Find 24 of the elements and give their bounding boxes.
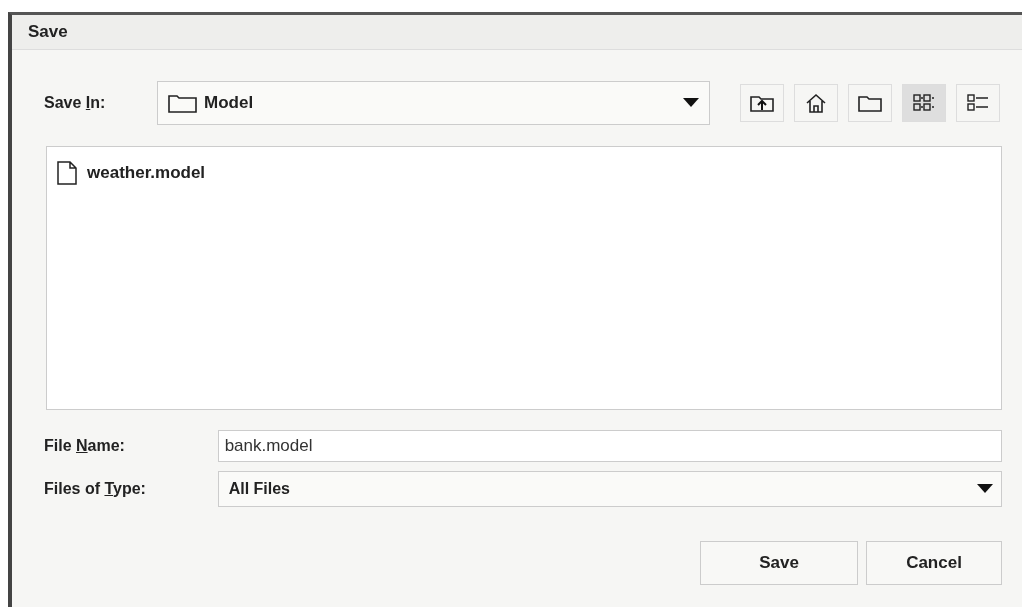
home-icon bbox=[805, 93, 827, 113]
save-button[interactable]: Save bbox=[700, 541, 858, 585]
file-name-field[interactable]: bank.model bbox=[217, 430, 1002, 462]
file-type-dropdown[interactable]: All Files bbox=[217, 471, 1002, 507]
folder-up-icon bbox=[750, 94, 774, 112]
file-item[interactable]: weather.model bbox=[57, 161, 1001, 185]
folder-icon bbox=[858, 94, 882, 112]
file-type-label: Files of Type: bbox=[44, 480, 147, 498]
new-folder-button[interactable] bbox=[848, 84, 892, 122]
caret-icon bbox=[683, 98, 699, 108]
cancel-button[interactable]: Cancel bbox=[866, 541, 1002, 585]
list-view-button[interactable] bbox=[902, 84, 946, 122]
folder-dropdown[interactable]: Model bbox=[157, 81, 710, 125]
save-in-label: Save In: bbox=[44, 94, 107, 112]
window-title: Save bbox=[28, 22, 68, 42]
file-name-label: File Name: bbox=[44, 437, 126, 455]
list-icon bbox=[967, 94, 989, 112]
details-view-button[interactable] bbox=[956, 84, 1000, 122]
home-button[interactable] bbox=[794, 84, 838, 122]
folder-up-button[interactable] bbox=[740, 84, 784, 122]
caret-icon bbox=[977, 484, 993, 494]
grid-icon bbox=[913, 94, 935, 112]
file-icon bbox=[57, 161, 77, 185]
folder-icon bbox=[168, 93, 198, 113]
